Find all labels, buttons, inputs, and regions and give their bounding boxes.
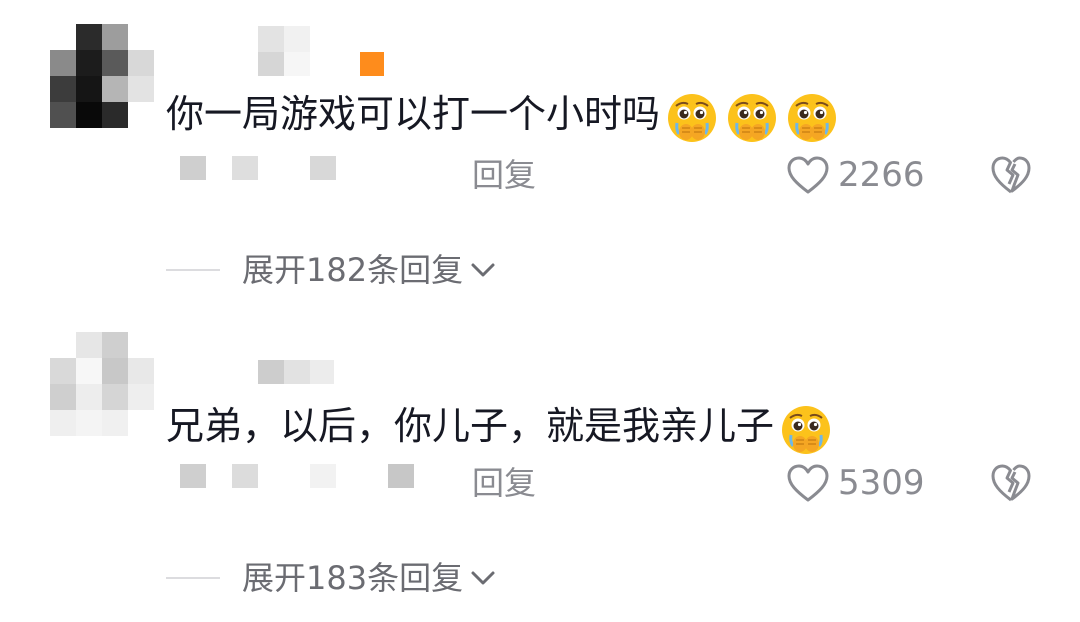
divider-line	[166, 269, 220, 271]
like-button[interactable]: 5309	[786, 461, 925, 505]
comment-text: 你一局游戏可以打一个小时吗	[166, 88, 846, 144]
pleading-face-hands-over-mouth-emoji-icon	[666, 92, 718, 144]
comment-meta	[180, 464, 416, 490]
reply-button[interactable]: 回复	[472, 153, 536, 197]
emoji-row	[780, 401, 840, 456]
comment-item: 兄弟，以后，你儿子，就是我亲儿子 回复 5309 展开183条回复	[0, 308, 1080, 619]
pleading-face-hands-over-mouth-emoji-icon	[786, 92, 838, 144]
emoji-row	[666, 89, 846, 144]
comment-text: 兄弟，以后，你儿子，就是我亲儿子	[166, 400, 840, 456]
reply-button[interactable]: 回复	[472, 461, 536, 505]
like-button[interactable]: 2266	[786, 153, 925, 197]
avatar[interactable]	[50, 24, 154, 128]
chevron-down-icon	[471, 571, 495, 585]
pleading-face-hands-over-mouth-emoji-icon	[780, 404, 832, 456]
dislike-button[interactable]	[990, 463, 1032, 503]
expand-replies-label: 展开183条回复	[242, 559, 464, 597]
comment-list: 你一局游戏可以打一个小时吗 回复 2266 展开182条回复 兄弟，以后，你儿子…	[0, 0, 1080, 622]
like-count: 2266	[838, 155, 925, 195]
pleading-face-hands-over-mouth-emoji-icon	[726, 92, 778, 144]
avatar[interactable]	[50, 332, 154, 436]
like-count: 5309	[838, 463, 925, 503]
comment-meta	[180, 156, 340, 182]
comment-text-label: 你一局游戏可以打一个小时吗	[166, 92, 661, 136]
heart-outline-icon	[787, 156, 829, 194]
expand-replies-button[interactable]: 展开183条回复	[166, 556, 497, 600]
divider-line	[166, 577, 220, 579]
broken-heart-icon	[991, 464, 1031, 502]
username[interactable]	[258, 360, 336, 386]
dislike-button[interactable]	[990, 155, 1032, 195]
heart-outline-icon	[787, 464, 829, 502]
username[interactable]	[258, 26, 388, 78]
expand-replies-label: 展开182条回复	[242, 251, 464, 289]
comment-text-label: 兄弟，以后，你儿子，就是我亲儿子	[166, 404, 775, 448]
broken-heart-icon	[991, 156, 1031, 194]
expand-replies-button[interactable]: 展开182条回复	[166, 248, 497, 292]
comment-item: 你一局游戏可以打一个小时吗 回复 2266 展开182条回复	[0, 0, 1080, 311]
chevron-down-icon	[471, 263, 495, 277]
